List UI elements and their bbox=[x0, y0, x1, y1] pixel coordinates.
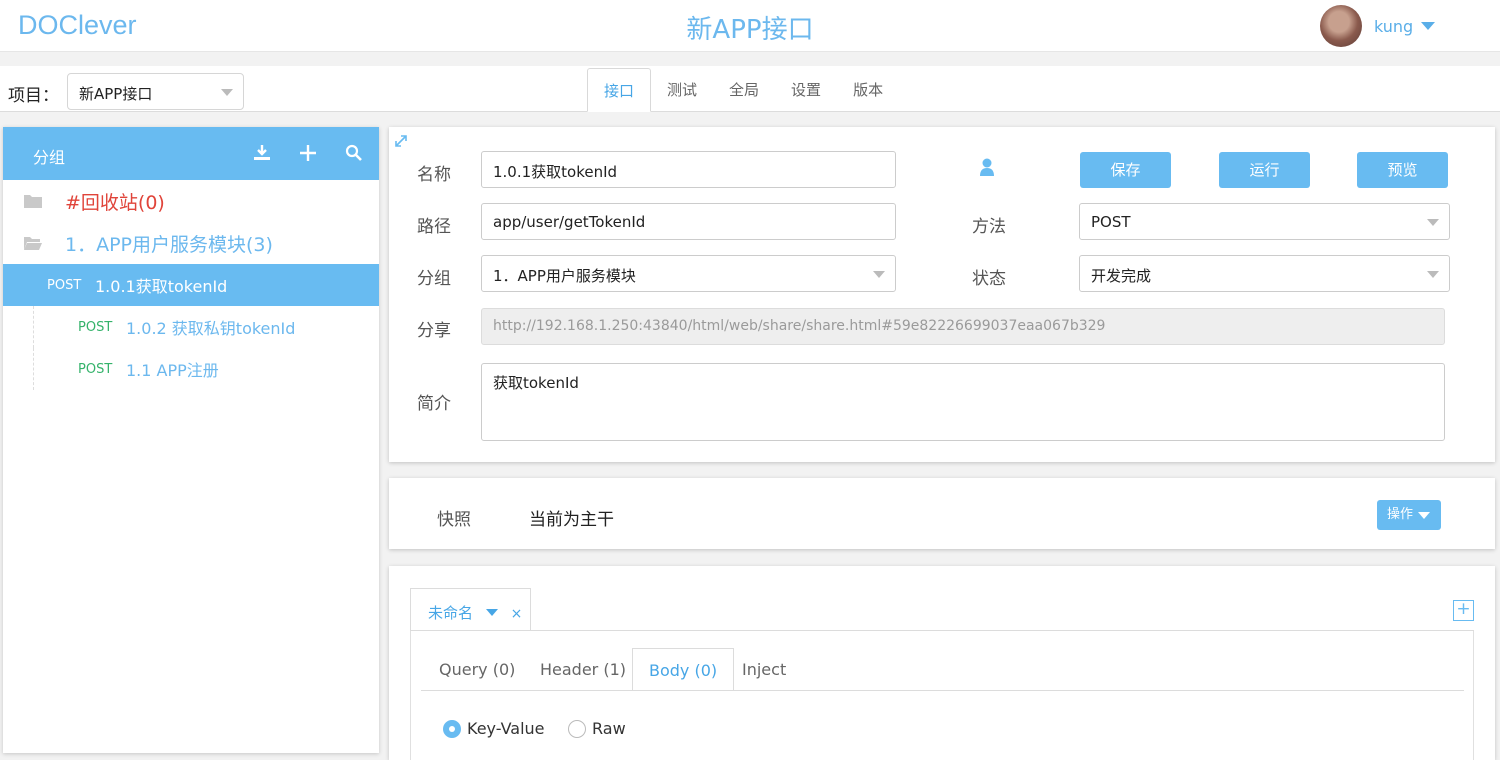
tab-body[interactable]: Body (0) bbox=[632, 648, 735, 691]
sidebar-item-api[interactable]: POST 1.1 APP注册 bbox=[33, 348, 379, 390]
request-panel: 未命名 × + Query (0) Header (1) Body (0) In… bbox=[389, 566, 1495, 760]
tab-inject[interactable]: Inject bbox=[726, 648, 802, 691]
run-button[interactable]: 运行 bbox=[1219, 152, 1310, 188]
share-label: 分享 bbox=[417, 321, 451, 341]
method-select-value: POST bbox=[1091, 213, 1131, 231]
request-tab[interactable]: 未命名 × bbox=[410, 588, 531, 631]
path-label: 路径 bbox=[417, 217, 451, 237]
status-select[interactable]: 开发完成 bbox=[1079, 255, 1450, 292]
radio-key-value-label: Key-Value bbox=[467, 719, 545, 738]
project-bar: 项目： 新APP接口 接口 测试 全局 设置 版本 bbox=[0, 66, 1500, 112]
avatar[interactable] bbox=[1320, 5, 1362, 47]
method-badge: POST bbox=[78, 319, 113, 335]
sidebar-item-trash[interactable]: #回收站(0) bbox=[3, 180, 379, 222]
sidebar-header: 分组 bbox=[3, 127, 379, 180]
tab-query[interactable]: Query (0) bbox=[423, 648, 531, 691]
path-input[interactable]: app/user/getTokenId bbox=[481, 203, 896, 240]
save-button[interactable]: 保存 bbox=[1080, 152, 1171, 188]
expand-icon[interactable] bbox=[393, 133, 409, 149]
chevron-down-icon bbox=[873, 271, 885, 278]
radio-key-value[interactable]: Key-Value bbox=[443, 719, 545, 738]
tab-header[interactable]: Header (1) bbox=[524, 648, 642, 691]
api-name: 1.1 APP注册 bbox=[126, 361, 219, 380]
method-badge: POST bbox=[78, 361, 113, 377]
chevron-down-icon bbox=[221, 89, 233, 96]
trash-label: #回收站(0) bbox=[65, 191, 165, 214]
api-name: 1.0.1获取tokenId bbox=[95, 277, 228, 296]
chevron-down-icon bbox=[1427, 219, 1439, 226]
download-icon[interactable] bbox=[251, 142, 273, 164]
project-select[interactable]: 新APP接口 bbox=[67, 73, 244, 110]
user-icon[interactable] bbox=[978, 157, 996, 177]
tab-global[interactable]: 全局 bbox=[713, 68, 775, 112]
chevron-down-icon[interactable] bbox=[1421, 22, 1436, 30]
tab-interface[interactable]: 接口 bbox=[587, 68, 652, 112]
group-select-value: 1．APP用户服务模块 bbox=[493, 267, 636, 285]
main-tabs: 接口 测试 全局 设置 版本 bbox=[587, 68, 899, 112]
name-label: 名称 bbox=[417, 165, 451, 185]
sidebar: 分组 #回收站(0) 1．APP用户服务模块(3) POST 1.0.1获取to… bbox=[3, 127, 379, 753]
tab-settings[interactable]: 设置 bbox=[775, 68, 837, 112]
folder-open-icon bbox=[24, 237, 42, 250]
chevron-down-icon[interactable] bbox=[485, 609, 498, 616]
sidebar-item-api[interactable]: POST 1.0.2 获取私钥tokenId bbox=[33, 306, 379, 348]
interface-form-panel: 名称 1.0.1获取tokenId 保存 运行 预览 路径 app/user/g… bbox=[389, 127, 1495, 462]
radio-raw[interactable]: Raw bbox=[568, 719, 626, 738]
description-textarea[interactable]: 获取tokenId bbox=[481, 363, 1445, 441]
search-icon[interactable] bbox=[343, 142, 365, 164]
group-label: 分组 bbox=[417, 269, 451, 289]
add-tab-button[interactable]: + bbox=[1453, 600, 1474, 621]
close-icon[interactable]: × bbox=[511, 606, 523, 622]
chevron-down-icon bbox=[1427, 271, 1439, 278]
request-tab-label: 未命名 bbox=[428, 604, 474, 622]
method-select[interactable]: POST bbox=[1079, 203, 1450, 240]
top-bar: DOClever 新APP接口 kung bbox=[0, 0, 1500, 52]
chevron-down-icon bbox=[1418, 512, 1430, 519]
user-menu[interactable]: kung bbox=[1320, 5, 1436, 47]
snapshot-label: 快照 bbox=[437, 510, 471, 530]
page-title: 新APP接口 bbox=[686, 15, 814, 45]
logo[interactable]: DOClever bbox=[18, 10, 137, 41]
tab-version[interactable]: 版本 bbox=[837, 68, 899, 112]
divider bbox=[421, 690, 1464, 691]
add-icon[interactable] bbox=[297, 142, 319, 164]
description-label: 简介 bbox=[417, 394, 451, 414]
tab-test[interactable]: 测试 bbox=[651, 68, 713, 112]
group-select[interactable]: 1．APP用户服务模块 bbox=[481, 255, 896, 292]
sidebar-item-group[interactable]: 1．APP用户服务模块(3) bbox=[3, 222, 379, 264]
sidebar-item-api[interactable]: POST 1.0.1获取tokenId bbox=[3, 264, 379, 306]
operation-button[interactable]: 操作 bbox=[1377, 500, 1441, 530]
radio-checked-icon[interactable] bbox=[443, 719, 461, 738]
name-input[interactable]: 1.0.1获取tokenId bbox=[481, 151, 896, 188]
snapshot-panel: 快照 当前为主干 操作 bbox=[389, 478, 1495, 549]
radio-unchecked-icon[interactable] bbox=[568, 719, 586, 738]
method-label: 方法 bbox=[972, 217, 1006, 237]
snapshot-value: 当前为主干 bbox=[529, 510, 614, 530]
username[interactable]: kung bbox=[1374, 17, 1413, 36]
radio-raw-label: Raw bbox=[592, 719, 626, 738]
status-select-value: 开发完成 bbox=[1091, 267, 1152, 285]
status-label: 状态 bbox=[972, 269, 1006, 289]
request-subtabs: Query (0) Header (1) Body (0) Inject Key… bbox=[410, 631, 1474, 760]
sidebar-title: 分组 bbox=[33, 148, 66, 167]
group-label: 1．APP用户服务模块(3) bbox=[65, 233, 273, 256]
project-label: 项目： bbox=[8, 86, 59, 106]
preview-button[interactable]: 预览 bbox=[1357, 152, 1448, 188]
project-select-value: 新APP接口 bbox=[79, 85, 153, 103]
folder-icon bbox=[24, 195, 42, 208]
operation-label: 操作 bbox=[1387, 507, 1414, 522]
api-name: 1.0.2 获取私钥tokenId bbox=[126, 319, 296, 338]
method-badge: POST bbox=[47, 277, 82, 293]
share-url-field[interactable]: http://192.168.1.250:43840/html/web/shar… bbox=[481, 308, 1445, 345]
